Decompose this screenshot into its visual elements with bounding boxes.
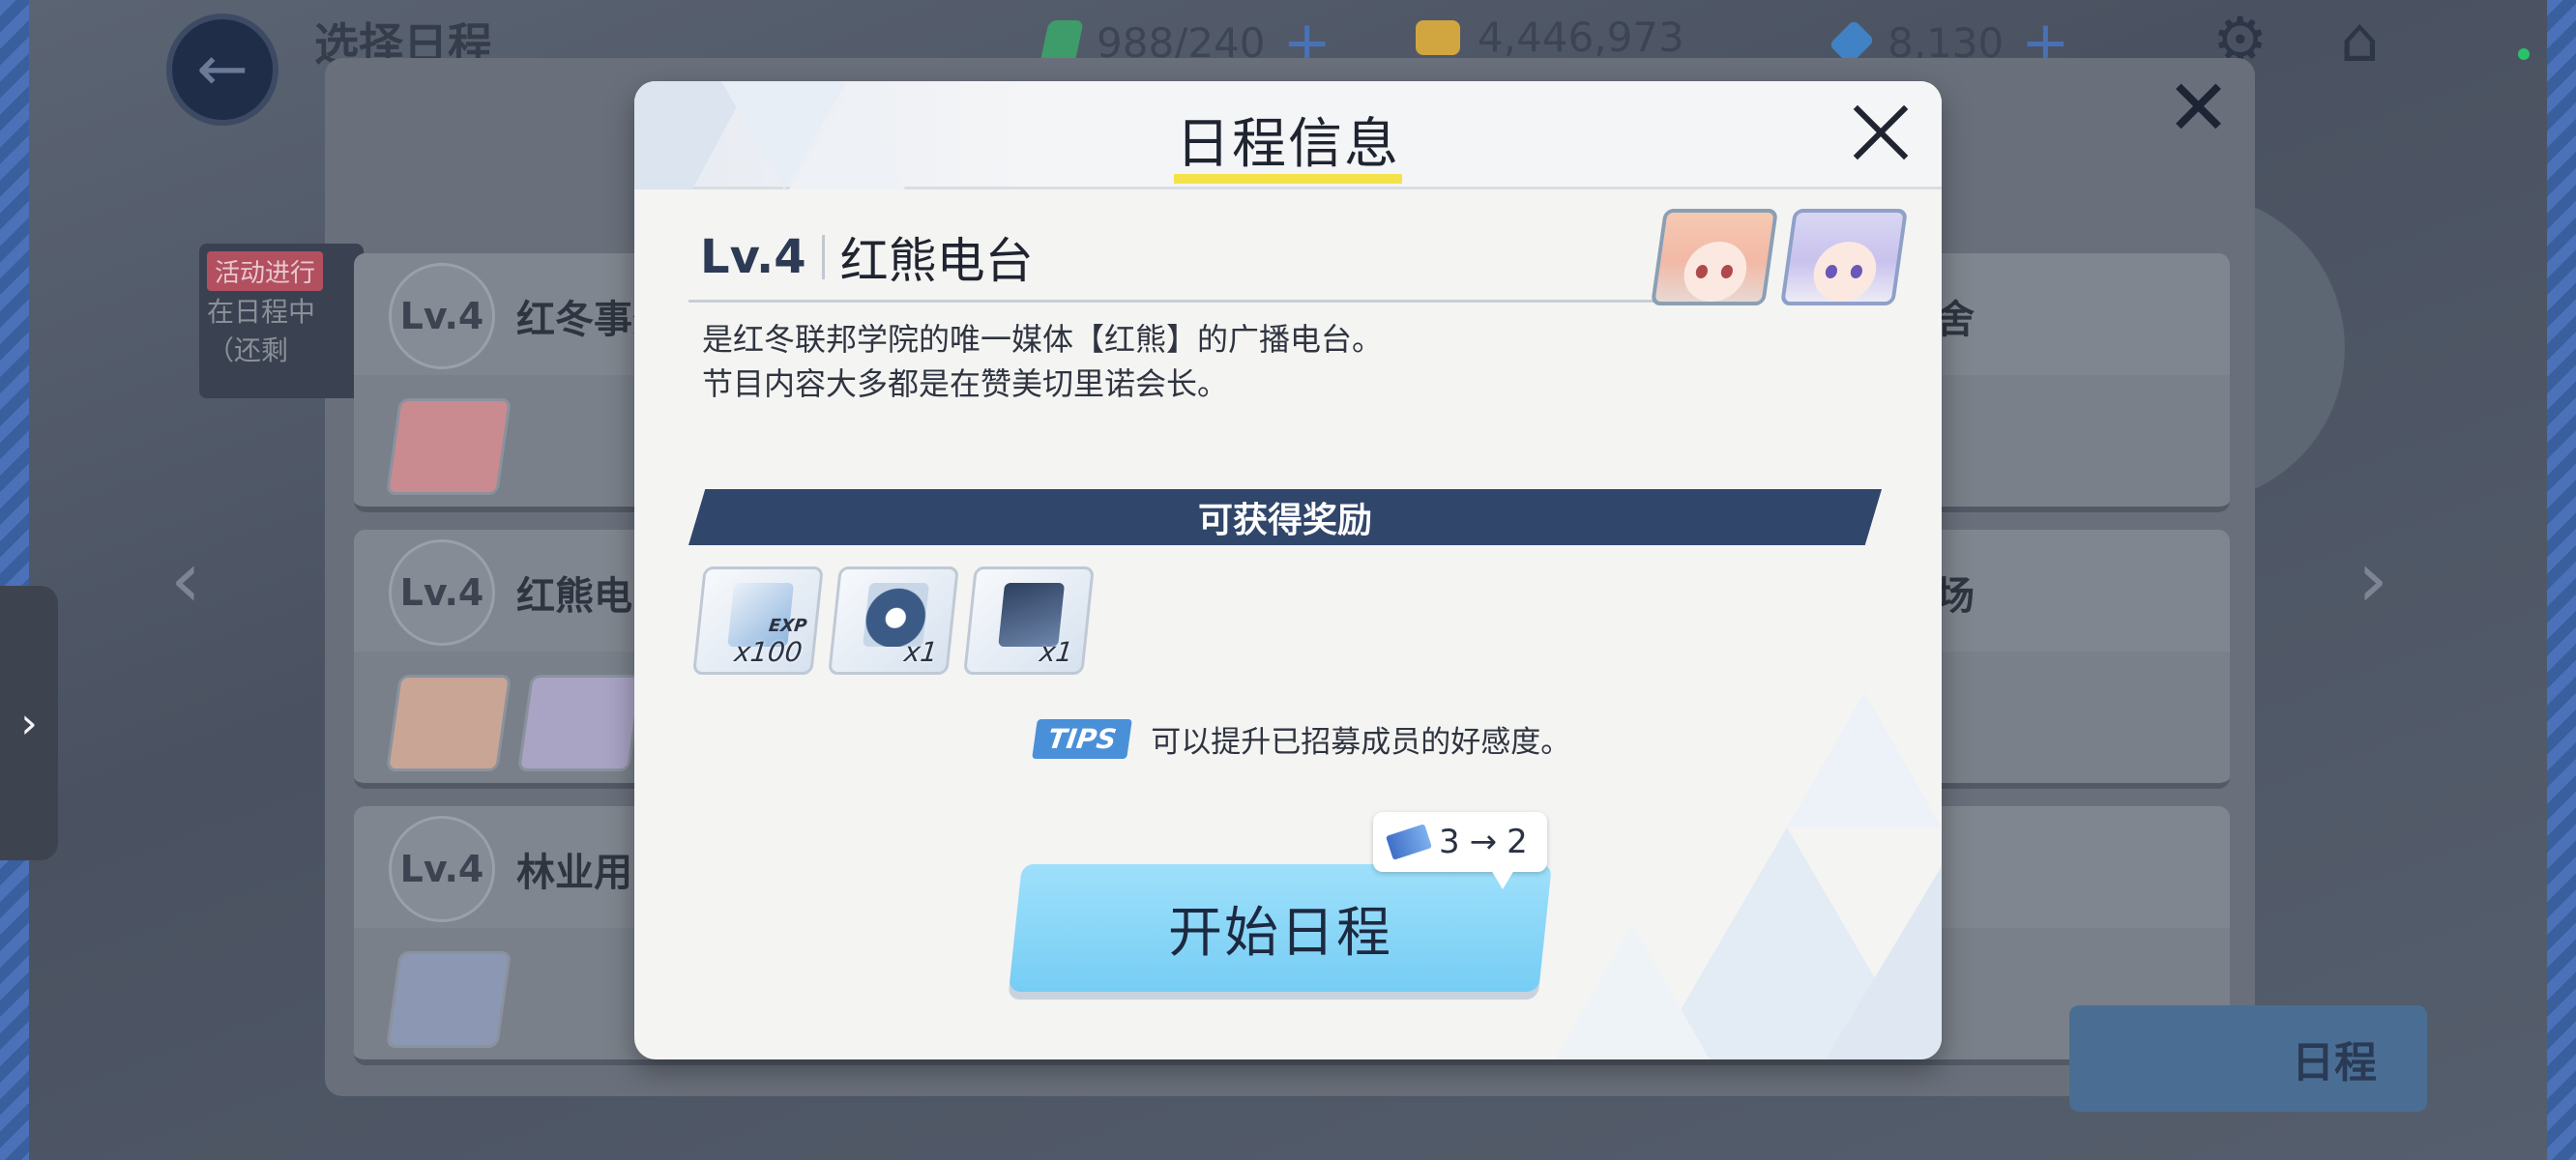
ticket-to: 2 bbox=[1507, 823, 1528, 861]
event-tag-title: 活动进行 bbox=[207, 251, 324, 291]
student-avatar bbox=[516, 675, 644, 771]
credits-value: 4,446,973 bbox=[1478, 14, 1684, 61]
credits-resource: 4,446,973 bbox=[1416, 14, 1684, 61]
title-underline bbox=[1174, 174, 1402, 184]
card-level: Lv.4 bbox=[389, 539, 495, 646]
event-tag-line: （还剩 bbox=[207, 334, 289, 366]
ticket-cost-bubble: 3 → 2 bbox=[1373, 812, 1547, 889]
student-avatar bbox=[385, 398, 512, 495]
card-title-right: 场 bbox=[1936, 574, 1975, 619]
event-tag: 活动进行 在日程中 （还剩 bbox=[199, 244, 364, 398]
student-portrait[interactable] bbox=[1779, 209, 1909, 305]
card-level: Lv.4 bbox=[389, 816, 495, 922]
schedule-name: 红熊电台 bbox=[839, 233, 1034, 289]
dialog-header: 日程信息 bbox=[634, 81, 1942, 189]
schedule-level: Lv.4 bbox=[700, 230, 806, 284]
reward-quantity: x1 bbox=[1038, 636, 1075, 668]
right-edge-decoration bbox=[2547, 0, 2576, 1160]
divider bbox=[821, 235, 825, 279]
side-drawer-handle[interactable]: › bbox=[0, 586, 58, 860]
student-portrait[interactable] bbox=[1650, 209, 1779, 305]
panel-close-icon[interactable]: ✕ bbox=[2166, 70, 2231, 147]
reward-quantity: x100 bbox=[732, 636, 805, 668]
event-tag-line: 在日程中 bbox=[207, 296, 316, 328]
dialog-title: 日程信息 bbox=[1176, 113, 1400, 176]
chevron-right-icon[interactable]: › bbox=[2357, 541, 2388, 619]
ticket-icon bbox=[1386, 824, 1432, 860]
card-level: Lv.4 bbox=[389, 263, 495, 369]
start-schedule-button[interactable]: 开始日程 bbox=[1009, 864, 1552, 992]
schedule-info-dialog: 日程信息 Lv.4 红熊电台 是红冬联邦学院的唯一媒体【红熊】的广播电台。 节目… bbox=[634, 81, 1942, 1059]
chevron-right-icon: › bbox=[20, 698, 38, 748]
credit-icon bbox=[1416, 19, 1460, 55]
background-start-button[interactable]: 日程 bbox=[2069, 1005, 2427, 1112]
description-line: 节目内容大多都是在赞美切里诺会长。 bbox=[702, 365, 1229, 402]
schedule-heading: Lv.4 红熊电台 bbox=[700, 222, 1034, 292]
arrow-left-icon: ← bbox=[196, 34, 249, 105]
chevron-left-icon[interactable]: ‹ bbox=[170, 541, 201, 619]
reward-item[interactable]: x1 bbox=[963, 566, 1095, 675]
start-schedule-label: 开始日程 bbox=[1168, 901, 1392, 965]
student-avatar bbox=[385, 675, 512, 771]
student-avatar bbox=[385, 951, 512, 1048]
reward-item[interactable]: x1 bbox=[828, 566, 959, 675]
schedule-description: 是红冬联邦学院的唯一媒体【红熊】的广播电台。 节目内容大多都是在赞美切里诺会长。 bbox=[702, 317, 1383, 406]
status-indicator bbox=[2518, 48, 2530, 60]
reward-list: EXP x100 x1 x1 bbox=[692, 566, 1095, 675]
rewards-label: 可获得奖励 bbox=[1197, 501, 1372, 540]
tips-badge: TIPS bbox=[1032, 719, 1133, 759]
card-title: 林业用 bbox=[516, 851, 632, 895]
left-edge-decoration bbox=[0, 0, 29, 1160]
rewards-header: 可获得奖励 bbox=[688, 489, 1882, 545]
reward-item[interactable]: EXP x100 bbox=[692, 566, 824, 675]
card-title-right: 舍 bbox=[1936, 298, 1975, 342]
divider bbox=[688, 300, 1700, 303]
home-icon[interactable]: ⌂ bbox=[2340, 10, 2380, 72]
arrow-right-icon: → bbox=[1469, 823, 1498, 861]
description-line: 是红冬联邦学院的唯一媒体【红熊】的广播电台。 bbox=[702, 321, 1384, 358]
back-button[interactable]: ← bbox=[166, 14, 278, 126]
reward-quantity: x1 bbox=[902, 636, 940, 668]
close-icon[interactable] bbox=[1849, 101, 1913, 164]
ticket-from: 3 bbox=[1439, 823, 1460, 861]
